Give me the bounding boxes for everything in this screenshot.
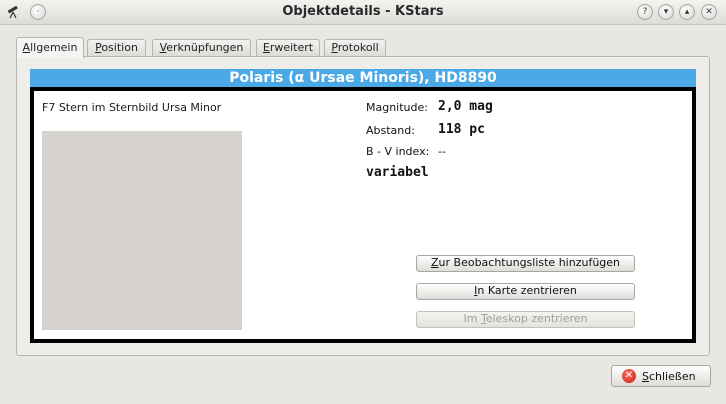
object-type-line: F7 Stern im Sternbild Ursa Minor [42,101,222,114]
maximize-icon[interactable]: ▴ [679,4,695,20]
tab-protokoll[interactable]: Protokoll [324,39,386,57]
title-bar[interactable]: · Objektdetails - KStars ? ▾ ▴ ✕ [0,0,726,25]
distance-label: Abstand: [366,124,415,137]
tab-mnemonic: E [262,41,270,54]
tab-position[interactable]: Position [87,39,146,57]
window-title: Objektdetails - KStars [282,4,444,19]
object-name-header: Polaris (α Ursae Minoris), HD8890 [30,69,696,87]
close-window-icon[interactable]: ✕ [701,4,717,20]
tab-verknuepfungen[interactable]: Verknüpfungen [152,39,251,57]
tab-mnemonic: A [22,41,31,54]
center-in-map-button[interactable]: In Karte zentrieren [416,283,635,300]
distance-value: 118 pc [438,122,485,137]
button-mnemonic: S [642,369,649,383]
center-in-telescope-button[interactable]: Im Teleskop zentrieren [416,311,635,328]
tab-label: rotokoll [337,41,379,54]
button-label: n Karte zentrieren [477,284,577,297]
close-button[interactable]: ✕ Schließen [611,365,711,387]
magnitude-value: 2,0 mag [438,99,493,114]
tab-label: rweitert [269,41,314,54]
object-image [42,131,242,330]
add-to-observing-list-button[interactable]: Zur Beobachtungsliste hinzufügen [416,255,635,272]
tab-allgemein[interactable]: Allgemein [16,37,84,58]
variability-label: variabel [366,165,429,180]
button-mnemonic: Z [430,256,439,269]
tab-erweitert[interactable]: Erweitert [256,39,320,57]
close-button-label: Schließen [642,370,696,383]
bv-index-value: -- [438,145,446,158]
button-label: Im [463,312,481,325]
button-label: ur Beobachtungsliste hinzufügen [438,256,621,269]
magnitude-label: Magnitude: [366,101,428,114]
tab-label: osition [101,41,138,54]
tab-label: llgemein [30,41,78,54]
minimize-icon[interactable]: ▾ [658,4,674,20]
bv-index-label: B - V index: [366,145,430,158]
button-label: eleskop zentrieren [485,312,588,325]
button-label: chließen [648,369,696,383]
tab-label: erknüpfungen [166,41,244,54]
help-icon[interactable]: ? [637,4,653,20]
close-icon: ✕ [622,369,636,383]
